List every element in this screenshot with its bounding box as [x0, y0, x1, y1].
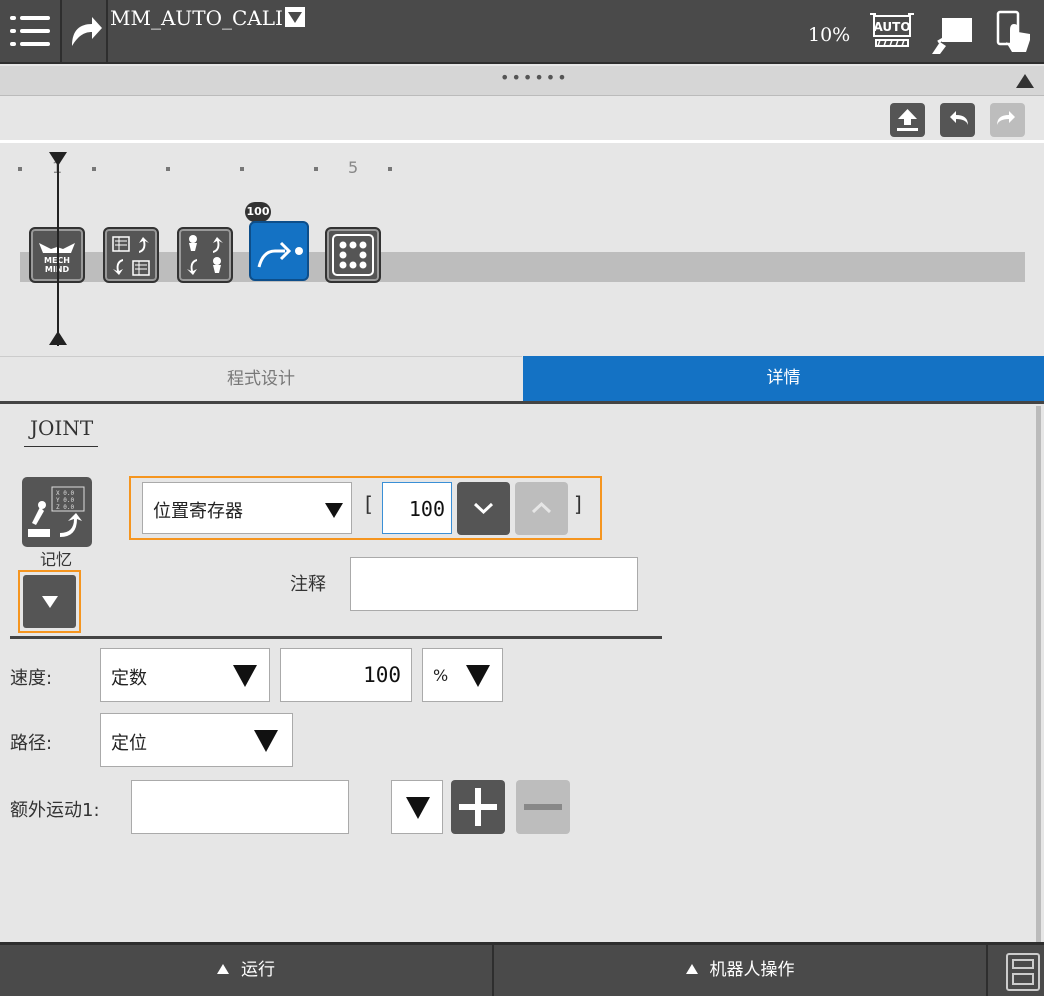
minus-icon [524, 804, 562, 810]
cursor-bottom-marker-icon [49, 331, 67, 345]
bottom-divider [986, 945, 988, 996]
collapse-handle[interactable]: •••••• [0, 66, 1044, 96]
robot-operation-button[interactable]: 机器人操作 [494, 945, 986, 996]
dropdown-arrow-icon [406, 797, 430, 819]
svg-text:AUTO: AUTO [873, 20, 910, 34]
expand-up-icon [685, 964, 698, 974]
register-index-input[interactable]: 100 [382, 482, 452, 534]
motion-type-title: JOINT [30, 416, 94, 440]
register-calc-node[interactable] [103, 227, 159, 283]
speed-unit-select[interactable]: % [422, 648, 503, 702]
add-motion-button[interactable] [451, 780, 505, 834]
register-increment-button[interactable] [515, 482, 568, 535]
joint-move-node[interactable] [249, 221, 309, 281]
svg-text:X 0.0: X 0.0 [56, 490, 74, 497]
svg-text:Y 0.0: Y 0.0 [56, 497, 74, 504]
memory-position-icon[interactable]: X 0.0 Y 0.0 Z 0.0 [22, 477, 92, 547]
drag-handle-icon: •••••• [500, 68, 569, 87]
memory-label: 记忆 [40, 550, 73, 569]
tab-program-design[interactable]: 程式设计 [0, 356, 522, 401]
timeline-tick [388, 167, 392, 171]
speed-override[interactable]: 10% [808, 24, 850, 46]
view-tabs: 程式设计 详情 [0, 356, 1044, 404]
redo-icon[interactable] [990, 103, 1025, 137]
path-label: 路径: [10, 733, 53, 754]
dice-pattern-node[interactable] [325, 227, 381, 283]
redirect-arrow-icon[interactable] [62, 0, 108, 64]
timeline-tick [92, 167, 96, 171]
program-name: MM_AUTO_CALI [110, 6, 283, 30]
cursor-top-marker-icon [49, 152, 67, 166]
timeline-tick [18, 167, 22, 171]
collapse-up-icon[interactable] [1016, 74, 1034, 88]
speed-value-input[interactable]: 100 [280, 648, 412, 702]
extra-motion-select[interactable] [391, 780, 443, 834]
comment-input[interactable] [350, 557, 638, 611]
path-type-select[interactable]: 定位 [100, 713, 293, 767]
program-timeline[interactable]: 1 5 MECH MIND [0, 146, 1044, 354]
teach-pendant-icon[interactable] [930, 14, 974, 60]
timeline-tick [314, 167, 318, 171]
detail-panel: JOINT X 0.0 Y 0.0 Z 0.0 记忆 位置寄存器 [100]… [0, 406, 1044, 942]
run-button[interactable]: 运行 [0, 945, 492, 996]
timeline-track [20, 252, 1025, 282]
top-bar: MM_AUTO_CALI 10% AUTO [0, 0, 1044, 64]
dropdown-arrow-icon [325, 503, 343, 518]
memory-dropdown-button[interactable] [23, 575, 76, 628]
timeline-tick [166, 167, 170, 171]
program-selector[interactable]: MM_AUTO_CALI [110, 6, 305, 30]
position-register-group: 位置寄存器 [ 100 ] [129, 476, 602, 540]
position-source-select[interactable]: 位置寄存器 [142, 482, 352, 534]
svg-text:Z 0.0: Z 0.0 [56, 504, 74, 511]
teach-pendant-screen: MM_AUTO_CALI 10% AUTO •••••• 5 100 程式设计 … [0, 0, 1044, 996]
register-decrement-button[interactable] [457, 482, 510, 535]
speed-type-select[interactable]: 定数 [100, 648, 270, 702]
timeline-tick-label: 5 [348, 158, 359, 177]
title-underline [24, 446, 98, 447]
node-speed-badge: 100 [245, 202, 271, 222]
plus-icon [459, 788, 497, 826]
robot-pose-node[interactable] [177, 227, 233, 283]
timeline-cursor[interactable] [57, 156, 59, 346]
auto-mode-icon[interactable]: AUTO [868, 10, 916, 56]
extra-motion-input[interactable] [131, 780, 349, 834]
dropdown-arrow-icon [233, 665, 257, 687]
tab-details[interactable]: 详情 [523, 356, 1044, 401]
speed-label: 速度: [10, 668, 53, 689]
timeline-tick [240, 167, 244, 171]
dropdown-arrow-icon [254, 730, 278, 752]
menu-icon[interactable] [0, 0, 62, 64]
section-divider [10, 636, 662, 639]
upload-icon[interactable] [890, 103, 925, 137]
scrollbar[interactable] [1036, 406, 1041, 942]
bottom-bar: 运行 机器人操作 [0, 942, 1044, 996]
touch-screen-icon[interactable] [996, 10, 1036, 58]
expand-up-icon [217, 964, 229, 974]
timeline-toolbar [0, 97, 1044, 143]
comment-label: 注释 [290, 574, 326, 595]
controller-icon[interactable] [1006, 953, 1040, 991]
extra-motion-label: 额外运动1: [10, 800, 100, 821]
remove-motion-button[interactable] [516, 780, 570, 834]
chevron-down-icon [284, 7, 305, 27]
undo-icon[interactable] [940, 103, 975, 137]
dropdown-arrow-icon [466, 665, 490, 687]
memory-dropdown-frame [18, 570, 81, 633]
